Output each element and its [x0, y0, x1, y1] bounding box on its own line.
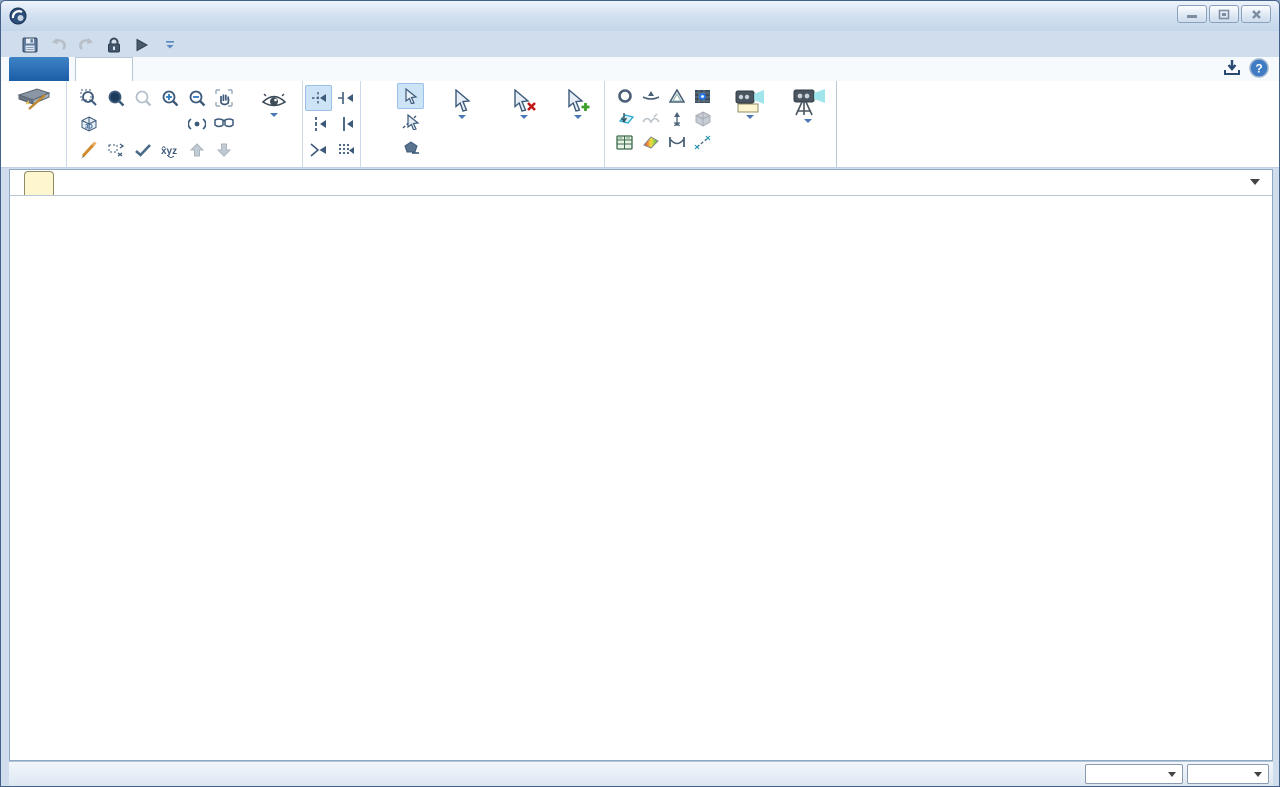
clear-selection-icon[interactable]	[397, 135, 424, 161]
model-3d-view[interactable]	[10, 196, 1272, 760]
group-wizard	[1, 81, 67, 167]
snap-ends-icon[interactable]	[332, 85, 359, 111]
save-icon[interactable]	[21, 36, 39, 54]
coordinate-system-select[interactable]	[1085, 764, 1183, 784]
tab-loads[interactable]	[299, 57, 323, 81]
move-down-icon[interactable]	[210, 137, 237, 163]
view-more-button[interactable]	[250, 89, 298, 117]
snap-midpoints-icon[interactable]	[305, 111, 332, 137]
zoom-window-icon[interactable]	[75, 85, 102, 111]
tab-layout[interactable]	[139, 57, 163, 81]
rotate-3d-icon[interactable]	[183, 111, 210, 137]
close-button[interactable]	[1241, 5, 1271, 23]
select-more-icon	[565, 89, 591, 113]
zoom-in-icon[interactable]	[156, 85, 183, 111]
snap-intersections-icon[interactable]	[305, 137, 332, 163]
show-tables-icon[interactable]	[611, 129, 638, 155]
ribbon-tab-row	[1, 57, 1279, 81]
ribbon: 3D x̂yz	[1, 81, 1279, 168]
customize-dropdown-icon[interactable]	[161, 36, 179, 54]
display-more-button[interactable]	[783, 83, 833, 123]
app-window: ?	[0, 0, 1280, 787]
quick-access-toolbar	[21, 32, 179, 57]
tab-bridge[interactable]	[359, 57, 383, 81]
lock-icon[interactable]	[105, 36, 123, 54]
view-window-tab[interactable]	[24, 171, 54, 195]
view-3d-icon[interactable]: 3D	[75, 111, 102, 137]
named-display-button[interactable]	[717, 83, 779, 119]
view-xz-button[interactable]	[129, 111, 156, 137]
tab-advanced[interactable]	[603, 57, 627, 81]
move-up-icon[interactable]	[183, 137, 210, 163]
tab-design-rating[interactable]	[495, 57, 519, 81]
deselect-arrow-icon	[511, 89, 537, 113]
tab-home[interactable]	[75, 57, 133, 81]
pan-icon[interactable]	[210, 85, 237, 111]
view-tab-dropdown-icon[interactable]	[1250, 179, 1260, 185]
select-all-icon[interactable]	[397, 83, 424, 109]
deselect-button[interactable]	[495, 85, 553, 119]
named-display-icon	[728, 87, 768, 113]
tab-analysis[interactable]	[425, 57, 449, 81]
show-axes-lines-icon[interactable]	[689, 129, 716, 155]
viewport	[9, 169, 1273, 761]
group-view: 3D x̂yz	[67, 81, 303, 167]
show-axes-icon[interactable]: x̂yz	[156, 137, 183, 163]
set-limits-icon[interactable]	[102, 137, 129, 163]
zoom-out-icon[interactable]	[183, 85, 210, 111]
view-yz-button[interactable]	[156, 111, 183, 137]
bridge-wizard-button[interactable]	[1, 81, 67, 111]
reselect-icon[interactable]	[397, 109, 424, 135]
select-button[interactable]	[433, 85, 491, 119]
zoom-extents-icon[interactable]	[102, 85, 129, 111]
snap-lines-icon[interactable]	[332, 111, 359, 137]
minimize-button[interactable]	[1177, 5, 1207, 23]
snap-points-icon[interactable]	[305, 85, 332, 111]
tab-file[interactable]	[9, 57, 69, 81]
eye-icon	[261, 93, 287, 111]
redo-icon[interactable]	[77, 36, 95, 54]
show-contours-icon[interactable]	[637, 129, 664, 155]
apply-icon[interactable]	[129, 137, 156, 163]
svg-text:x̂yz: x̂yz	[161, 146, 177, 157]
draw-icon[interactable]	[75, 137, 102, 163]
restore-button[interactable]	[1209, 5, 1239, 23]
status-bar	[9, 761, 1273, 786]
undo-icon[interactable]	[49, 36, 67, 54]
select-arrow-icon	[452, 89, 472, 113]
title-bar[interactable]	[1, 1, 1279, 31]
select-more-button[interactable]	[553, 85, 603, 119]
more-display-icon	[788, 87, 828, 117]
group-display	[605, 81, 837, 167]
svg-text:?: ?	[1255, 62, 1262, 76]
show-cables-icon[interactable]	[663, 129, 690, 155]
help-icon[interactable]: ?	[1249, 58, 1269, 78]
units-select[interactable]	[1187, 764, 1269, 784]
download-icon[interactable]	[1223, 59, 1241, 77]
tab-components[interactable]	[203, 57, 227, 81]
run-analysis-icon[interactable]	[133, 36, 151, 54]
svg-text:3D: 3D	[85, 125, 93, 131]
snap-grid-icon[interactable]	[332, 137, 359, 163]
bridge-wizard-icon	[15, 85, 53, 111]
group-snap	[303, 81, 361, 167]
group-select	[361, 81, 605, 167]
zoom-previous-icon[interactable]	[129, 85, 156, 111]
app-logo-icon	[9, 7, 27, 25]
perspective-icon[interactable]	[210, 111, 237, 137]
view-xy-button[interactable]	[102, 111, 129, 137]
